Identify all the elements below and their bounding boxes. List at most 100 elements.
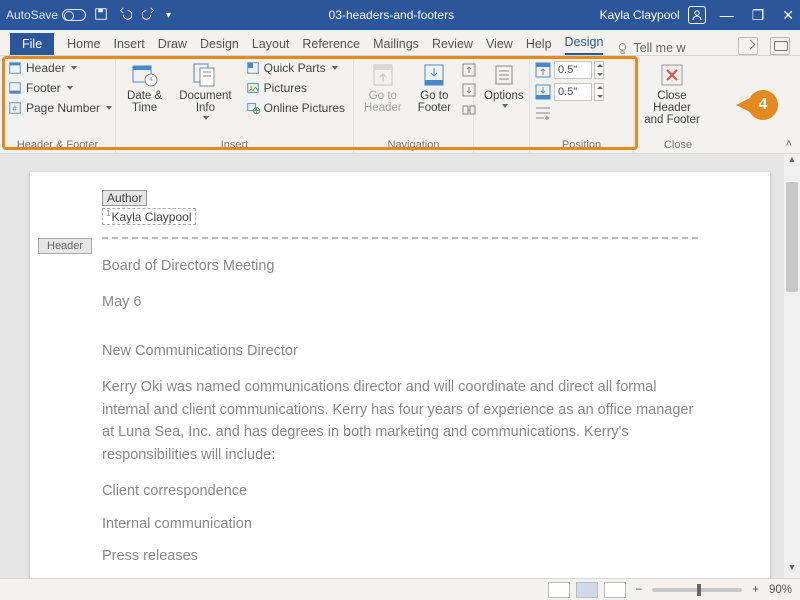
autosave-label: AutoSave [6, 8, 58, 22]
tab-home[interactable]: Home [67, 33, 100, 55]
header-button[interactable]: Header [4, 59, 116, 77]
tell-me[interactable]: Tell me w [616, 41, 685, 55]
scroll-down-icon[interactable]: ▼ [784, 562, 800, 578]
options-label: Options [484, 90, 524, 102]
toggle-off-icon [62, 9, 86, 21]
zoom-slider[interactable] [652, 588, 742, 592]
restore-button[interactable]: ❐ [752, 7, 765, 24]
group-label-hf: Header & Footer [4, 137, 111, 153]
field-result-author[interactable]: Kayla Claypool [102, 208, 196, 225]
group-close: Close Header and Footer Close [634, 56, 722, 153]
tab-help[interactable]: Help [526, 33, 552, 55]
comments-button[interactable] [770, 37, 790, 55]
title-bar: AutoSave ▾ 03-headers-and-footers Kayla … [0, 0, 800, 30]
collapse-ribbon-icon[interactable]: ˄ [786, 138, 792, 150]
zoom-in-button[interactable]: + [752, 584, 759, 596]
online-pictures-button[interactable]: Online Pictures [242, 99, 349, 117]
goto-header-button: Go to Header [358, 59, 408, 117]
web-layout-button[interactable] [604, 582, 626, 598]
date-time-button[interactable]: Date & Time [120, 59, 169, 117]
doc-date: May 6 [102, 291, 698, 313]
group-header-footer: Header Footer # Page Number Header & Foot… [0, 56, 116, 153]
print-layout-button[interactable] [576, 582, 598, 598]
close-hf-button[interactable]: Close Header and Footer [638, 59, 706, 129]
tab-design[interactable]: Design [200, 33, 239, 55]
document-area: ​Author​ Kayla Claypool Header Board of … [0, 154, 800, 578]
doc-title: Board of Directors Meeting [102, 255, 698, 277]
group-label-close: Close [638, 137, 718, 153]
group-navigation: Go to Header Go to Footer Navigation [354, 56, 474, 153]
svg-text:#: # [12, 105, 17, 114]
share-button[interactable] [738, 37, 758, 55]
close-x-icon [658, 62, 686, 88]
tab-mailings[interactable]: Mailings [373, 33, 419, 55]
tab-file[interactable]: File [10, 33, 54, 55]
window-controls: — ❐ ✕ [720, 7, 794, 24]
goto-footer-button[interactable]: Go to Footer [412, 59, 457, 117]
quick-access-toolbar: ▾ [94, 7, 171, 24]
quick-parts-label: Quick Parts [264, 61, 326, 75]
tab-draw[interactable]: Draw [158, 33, 187, 55]
bullet-1: Client correspondence [102, 480, 698, 502]
insert-alignment-tab[interactable] [534, 105, 604, 124]
read-mode-button[interactable] [548, 582, 570, 598]
page[interactable]: ​Author​ Kayla Claypool Header Board of … [30, 172, 770, 578]
footer-bottom-input[interactable]: 0.5" [554, 83, 592, 101]
tab-review[interactable]: Review [432, 33, 473, 55]
footer-button[interactable]: Footer [4, 79, 116, 97]
goto-footer-label: Go to Footer [418, 90, 451, 114]
group-position: 0.5" 0.5" Position [530, 56, 634, 153]
tab-layout[interactable]: Layout [252, 33, 290, 55]
header-top-spinner[interactable] [594, 61, 604, 79]
save-icon[interactable] [94, 7, 108, 24]
group-options: Options [474, 56, 530, 153]
pictures-label: Pictures [264, 81, 307, 95]
close-button[interactable]: ✕ [782, 7, 794, 24]
tab-references[interactable]: Reference [302, 33, 360, 55]
user-area[interactable]: Kayla Claypool [600, 6, 706, 24]
ribbon-tabs: File Home Insert Draw Design Layout Refe… [0, 30, 800, 56]
quick-parts-button[interactable]: Quick Parts [242, 59, 349, 77]
header-from-top: 0.5" [534, 61, 604, 79]
zoom-level[interactable]: 90% [769, 584, 792, 596]
page-number-label: Page Number [26, 101, 100, 115]
lightbulb-icon [616, 42, 629, 55]
goto-header-icon [369, 62, 397, 88]
header-edit-zone[interactable]: ​Author​ Kayla Claypool Header [30, 172, 770, 245]
footer-bottom-spinner[interactable] [594, 83, 604, 101]
minimize-button[interactable]: — [720, 7, 734, 24]
calendar-clock-icon [131, 62, 159, 88]
header-label: Header [26, 61, 65, 75]
undo-icon[interactable] [118, 7, 132, 24]
doc-info-label: Document Info [179, 90, 231, 114]
redo-icon[interactable] [142, 7, 156, 24]
status-bar: − + 90% [0, 578, 800, 600]
scroll-up-icon[interactable]: ▲ [784, 154, 800, 170]
options-icon [490, 62, 518, 88]
tab-insert[interactable]: Insert [114, 33, 145, 55]
options-button[interactable]: Options [478, 59, 530, 111]
group-label-nav: Navigation [358, 137, 469, 153]
doc-info-icon [191, 62, 219, 88]
autosave-toggle[interactable]: AutoSave [6, 8, 86, 22]
online-pictures-label: Online Pictures [264, 101, 345, 115]
scroll-thumb[interactable] [786, 182, 798, 292]
qat-more-icon[interactable]: ▾ [166, 10, 171, 21]
header-tab-label: Header [38, 238, 92, 254]
doc-heading: New Communications Director [102, 340, 698, 362]
tab-header-footer-design[interactable]: Design [565, 31, 604, 55]
tell-me-label: Tell me w [633, 41, 685, 55]
bullet-3: Press releases [102, 545, 698, 567]
page-number-button[interactable]: # Page Number [4, 99, 116, 117]
header-top-input[interactable]: 0.5" [554, 61, 592, 79]
vertical-scrollbar[interactable]: ▲ ▼ [784, 154, 800, 578]
pictures-button[interactable]: Pictures [242, 79, 349, 97]
field-code-author[interactable]: ​Author​ [102, 190, 147, 206]
footer-bottom-icon [534, 83, 552, 101]
footer-label: Footer [26, 81, 61, 95]
zoom-out-button[interactable]: − [636, 584, 643, 596]
tab-view[interactable]: View [486, 33, 513, 55]
document-info-button[interactable]: Document Info [173, 59, 237, 123]
group-label-position: Position [534, 137, 629, 153]
date-time-label: Date & Time [126, 90, 163, 114]
